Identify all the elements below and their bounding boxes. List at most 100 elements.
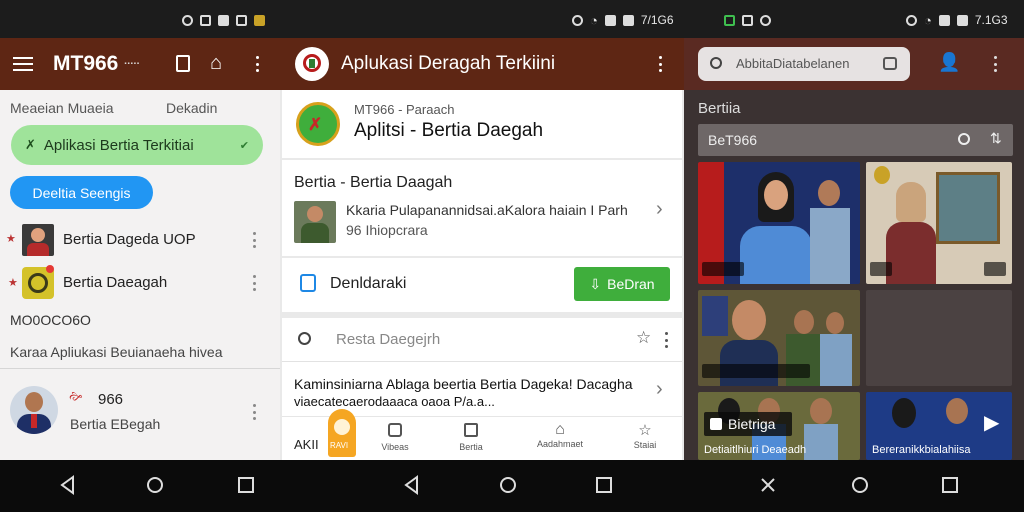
avatar: [10, 386, 58, 434]
download-icon: [300, 274, 316, 292]
image-icon: [742, 14, 753, 26]
video-tile[interactable]: Bietriga Detiaitlhiuri Deaeadh: [698, 392, 860, 460]
search-input[interactable]: Resta Daegejrh: [336, 331, 440, 348]
status-bar: ◔ 7/1G6 ◔ 7.1G3: [0, 0, 1024, 38]
star-icon: ★: [6, 233, 16, 245]
check-icon: ✔: [239, 139, 249, 152]
menu-icon[interactable]: [13, 57, 33, 71]
search-icon: [710, 57, 722, 69]
chip-blue[interactable]: Deeltia Seengis: [10, 176, 153, 209]
nav-item-news[interactable]: Bertia: [450, 423, 492, 452]
search-menu-icon[interactable]: [664, 332, 668, 348]
location-icon: [182, 14, 193, 26]
news-thumb-icon: [22, 224, 54, 256]
video-tile[interactable]: [866, 162, 1012, 284]
home-button-icon[interactable]: [498, 475, 518, 495]
profile-subtitle: Bertia EBegah: [70, 416, 161, 432]
nav-item-videos[interactable]: Vibeas: [374, 423, 416, 452]
close-icon[interactable]: ✗: [25, 137, 36, 153]
fab-button[interactable]: RAVI: [328, 409, 356, 457]
status-icons-notify: [724, 12, 771, 28]
article-line-1[interactable]: Kaminsiniarna Ablaga beertia Bertia Dage…: [294, 376, 633, 392]
clock-text: 7/1G6: [640, 13, 674, 27]
list-item[interactable]: ★ Bertia Daeagah: [0, 264, 280, 302]
chip-blue-label: Deeltia Seengis: [32, 184, 131, 201]
home-icon[interactable]: ⌂: [210, 52, 222, 75]
section-code: MO0OCO6O: [10, 312, 91, 328]
overflow-menu-icon[interactable]: [255, 56, 259, 72]
rotate-icon[interactable]: [758, 475, 778, 495]
tab-right[interactable]: Dekadin: [166, 100, 217, 116]
badge: Bietriga: [704, 412, 792, 436]
recents-icon[interactable]: [594, 475, 614, 495]
video-tile[interactable]: [698, 162, 860, 284]
search-icon[interactable]: [958, 133, 970, 145]
home-button-icon[interactable]: [850, 475, 870, 495]
news-line-2: 96 Ihiopcrara: [346, 222, 428, 238]
home-button-icon[interactable]: [145, 475, 165, 495]
search-placeholder: AbbitaDiatabelanen: [736, 56, 850, 71]
right-app-bar: AbbitaDiatabelanen 👤: [684, 38, 1024, 90]
overflow-menu-icon[interactable]: [993, 56, 997, 72]
next-arrow-icon[interactable]: ▶: [984, 410, 999, 435]
nav-label: Aadahmaet: [536, 439, 584, 449]
middle-panel: Aplukasi Deragah Terkiini ✗ MT966 - Para…: [280, 38, 684, 460]
overflow-menu-icon[interactable]: [658, 56, 662, 72]
download-button-label: BeDran: [607, 276, 655, 292]
video-tile[interactable]: [866, 290, 1012, 386]
video-tile[interactable]: ▶ Bereranikkbialahiisa: [866, 392, 1012, 460]
clipboard-icon[interactable]: [176, 55, 190, 72]
chevron-right-icon[interactable]: ›: [656, 198, 663, 221]
divider: [0, 368, 280, 369]
header-card[interactable]: ✗ MT966 - Paraach Aplitsi - Bertia Daega…: [282, 90, 682, 158]
app-title-suffix: ▪▪▪▪▪: [124, 61, 140, 67]
caption-right: Bereranikkbialahiisa: [872, 444, 971, 456]
wifi-icon: ◔: [590, 12, 598, 28]
camera-icon[interactable]: [883, 57, 897, 70]
star-outline-icon[interactable]: ☆: [636, 328, 651, 348]
download-card: Denldaraki ⇩ BeDran: [282, 258, 682, 312]
item-menu-icon[interactable]: [252, 275, 256, 291]
back-icon[interactable]: [58, 475, 78, 495]
search-icon: [298, 332, 311, 345]
news-card[interactable]: Bertia - Bertia Daagah Kkaria Pulapanann…: [282, 160, 682, 256]
nav-item-home[interactable]: ⌂ Aadahmaet: [530, 421, 590, 449]
nav-label: Bertia: [459, 442, 483, 452]
sort-icon[interactable]: ⇅: [990, 130, 1002, 147]
badge-label: Bietriga: [728, 416, 776, 432]
search-card: Resta Daegejrh ☆ Kaminsiniarna Ablaga be…: [282, 318, 682, 460]
filter-field[interactable]: BeT966 ⇅: [698, 124, 1013, 156]
middle-app-bar: Aplukasi Deragah Terkiini: [280, 38, 684, 90]
right-panel: AbbitaDiatabelanen 👤 Bertiia BeT966 ⇅ Bi…: [684, 38, 1024, 460]
clock-text-right: 7.1G3: [974, 13, 1008, 27]
item-menu-icon[interactable]: [252, 232, 256, 248]
recents-icon[interactable]: [940, 475, 960, 495]
account-icon[interactable]: 👤: [938, 52, 960, 73]
profile-row[interactable]: 🙚 966 Bertia EBegah: [0, 378, 280, 448]
nav-label: Staiai: [633, 440, 657, 450]
star-icon: ★: [8, 277, 18, 289]
recents-icon[interactable]: [236, 475, 256, 495]
nav-item-star[interactable]: ☆ Staiai: [624, 421, 666, 450]
tab-left[interactable]: Meaeian Muaeia: [10, 100, 114, 116]
signal-icon: [604, 14, 616, 26]
record-icon: [760, 14, 771, 26]
battery-icon: [622, 14, 634, 26]
app-badge-icon: ✗: [296, 102, 340, 146]
list-item[interactable]: ★ Bertia Dageda UOP: [0, 221, 280, 259]
badge-dot-icon: [46, 265, 54, 273]
video-tile[interactable]: [698, 290, 860, 386]
card-title: Aplitsi - Bertia Daegah: [354, 120, 544, 141]
download-label: Denldaraki: [330, 275, 407, 292]
chevron-right-icon[interactable]: ›: [656, 378, 663, 401]
left-panel: MT966 ▪▪▪▪▪ ⌂ Meaeian Muaeia Dekadin ✗ A…: [0, 38, 280, 460]
status-icons-middle: ◔ 7/1G6: [572, 12, 674, 28]
article-line-2: viaecatecaerodaaaca oaoa P/a.a...: [294, 394, 495, 409]
profile-menu-icon[interactable]: [252, 404, 256, 420]
back-icon[interactable]: [402, 475, 422, 495]
play-badge-icon: [984, 262, 1006, 276]
search-bar[interactable]: AbbitaDiatabelanen: [698, 47, 910, 81]
vibrate-icon: [572, 14, 583, 26]
download-button[interactable]: ⇩ BeDran: [574, 267, 670, 301]
chip-green[interactable]: ✗ Aplikasi Bertia Terkitiai ✔: [11, 125, 263, 165]
